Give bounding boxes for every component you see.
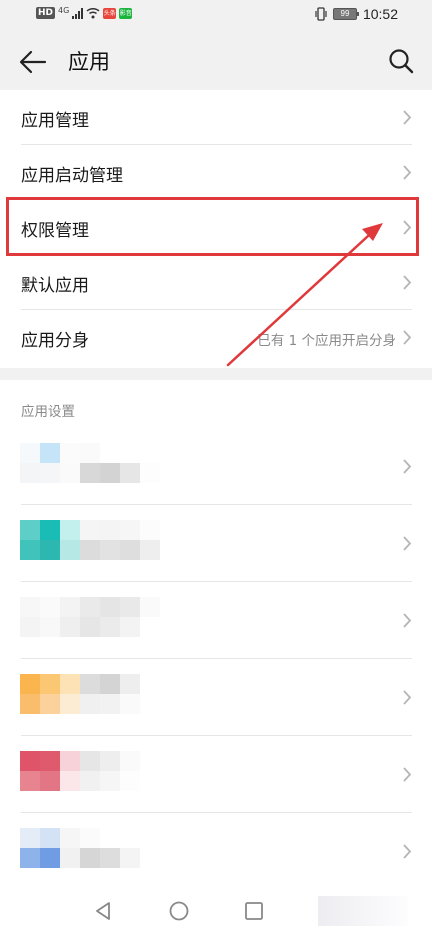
navigation-bar: [0, 890, 432, 932]
list-item[interactable]: [0, 736, 432, 813]
chevron-right-icon: [403, 459, 412, 474]
chevron-right-icon: [403, 330, 412, 345]
menu-item-app-twin[interactable]: 应用分身 已有 1 个应用开启分身: [0, 310, 432, 365]
list-item[interactable]: [0, 428, 432, 505]
status-bar: HD 4G 头条 影音 99 10:52: [0, 0, 432, 32]
menu-item-app-launch-management[interactable]: 应用启动管理: [0, 145, 432, 200]
blurred-app-entry: [20, 443, 160, 483]
vibrate-icon: [315, 7, 327, 21]
square-recent-icon[interactable]: [243, 900, 265, 922]
list-item[interactable]: [0, 813, 432, 890]
chevron-right-icon: [403, 275, 412, 290]
list-item[interactable]: [0, 582, 432, 659]
chevron-right-icon: [403, 536, 412, 551]
hd-badge: HD: [36, 7, 56, 19]
arrow-left-icon[interactable]: [18, 48, 48, 76]
signal-icon: [72, 7, 84, 19]
chevron-right-icon: [403, 844, 412, 859]
app-notification-icon: 头条: [103, 7, 117, 19]
battery-icon: 99: [332, 8, 359, 20]
menu-item-label: 应用分身: [21, 331, 89, 351]
menu-item-label: 应用启动管理: [21, 166, 123, 186]
page-title: 应用: [68, 50, 110, 74]
menu-item-app-management[interactable]: 应用管理: [0, 90, 432, 145]
clock: 10:52: [362, 6, 398, 22]
app-twin-status: 已有 1 个应用开启分身: [257, 333, 396, 349]
menu-item-label: 默认应用: [21, 276, 89, 296]
app-notification-icon-2: 影音: [119, 7, 133, 19]
app-bar: 应用: [0, 32, 432, 90]
status-right: 99 10:52: [315, 6, 398, 22]
circle-home-icon[interactable]: [168, 900, 190, 922]
blurred-app-entry: [20, 597, 160, 637]
status-left: HD 4G 头条 影音: [36, 5, 133, 19]
blurred-app-entry: [20, 674, 160, 714]
list-item[interactable]: [0, 659, 432, 736]
highlight-box-permission-management: [6, 197, 419, 256]
chevron-right-icon: [403, 690, 412, 705]
section-title: 应用设置: [21, 404, 75, 420]
chevron-right-icon: [403, 110, 412, 125]
chevron-right-icon: [403, 165, 412, 180]
network-type: 4G: [58, 5, 70, 15]
section-gap: [0, 368, 432, 380]
wifi-icon: [86, 7, 100, 19]
watermark-blur: [318, 896, 408, 926]
menu-item-default-apps[interactable]: 默认应用: [0, 255, 432, 310]
blurred-app-entry: [20, 520, 160, 560]
blurred-app-entry: [20, 828, 160, 868]
triangle-back-icon[interactable]: [92, 900, 114, 922]
list-item[interactable]: [0, 505, 432, 582]
chevron-right-icon: [403, 613, 412, 628]
app-settings-list: 应用设置: [0, 380, 432, 890]
blurred-app-entry: [20, 751, 160, 791]
chevron-right-icon: [403, 767, 412, 782]
search-icon[interactable]: [388, 48, 414, 74]
menu-item-label: 应用管理: [21, 111, 89, 131]
